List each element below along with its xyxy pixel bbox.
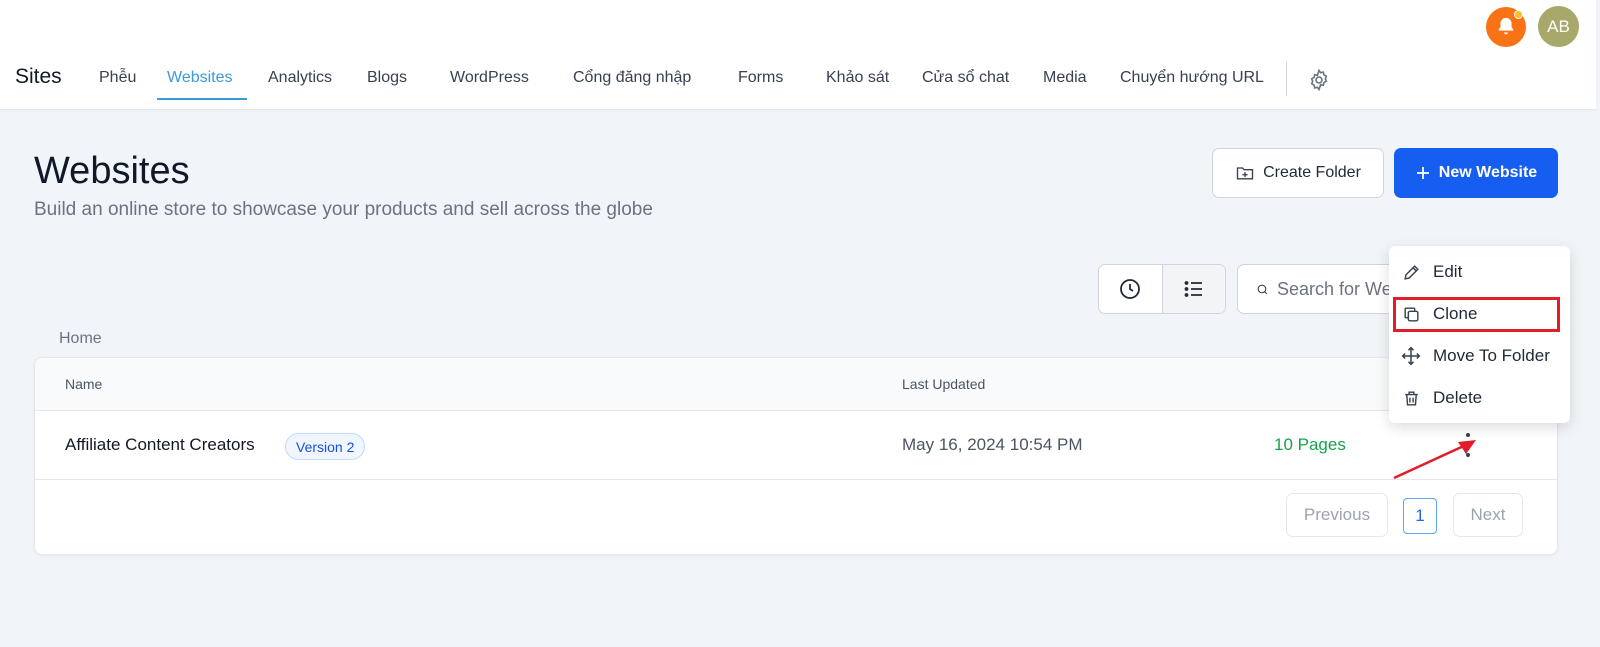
plus-icon xyxy=(1416,167,1429,179)
column-header-name[interactable]: Name xyxy=(65,376,102,392)
list-view-button[interactable] xyxy=(1161,265,1225,313)
version-badge: Version 2 xyxy=(285,433,366,460)
pages-count[interactable]: 10 Pages xyxy=(1274,435,1346,455)
menu-item-edit[interactable]: Edit xyxy=(1389,254,1570,290)
menu-item-delete[interactable]: Delete xyxy=(1389,380,1570,416)
menu-item-label: Delete xyxy=(1433,388,1483,407)
menu-item-label: Edit xyxy=(1433,262,1463,281)
previous-page-button[interactable]: Previous xyxy=(1286,493,1388,537)
active-tab-indicator xyxy=(157,98,247,100)
bell-icon xyxy=(1498,17,1514,35)
create-folder-button[interactable]: Create Folder xyxy=(1212,148,1384,198)
tab-url-redirects[interactable]: Chuyển hướng URL xyxy=(1120,69,1264,87)
pencil-icon xyxy=(1403,264,1419,280)
trash-icon xyxy=(1404,390,1418,406)
search-icon xyxy=(1257,284,1268,294)
tab-pheu[interactable]: Phễu xyxy=(99,69,136,87)
annotation-arrow xyxy=(1393,440,1476,480)
view-toggle xyxy=(1098,264,1226,314)
table-header: Name Last Updated xyxy=(35,358,1557,411)
tab-websites[interactable]: Websites xyxy=(167,69,233,87)
new-website-button[interactable]: New Website xyxy=(1394,148,1558,198)
table-row[interactable]: Affiliate Content Creators Version 2 May… xyxy=(35,411,1557,480)
notification-dot xyxy=(1514,10,1523,19)
last-updated-value: May 16, 2024 10:54 PM xyxy=(902,435,1083,454)
column-header-last-updated[interactable]: Last Updated xyxy=(902,376,985,392)
row-actions-menu: Edit Clone Move To Folder Delete xyxy=(1389,246,1570,423)
tab-wordpress[interactable]: WordPress xyxy=(450,69,529,87)
clone-highlight-box xyxy=(1393,297,1560,332)
page-subtitle: Build an online store to showcase your p… xyxy=(34,199,653,220)
tab-forms[interactable]: Forms xyxy=(738,69,783,87)
menu-item-label: Move To Folder xyxy=(1433,346,1550,365)
tab-analytics[interactable]: Analytics xyxy=(268,69,332,87)
user-avatar[interactable]: AB xyxy=(1538,6,1579,47)
move-icon xyxy=(1401,346,1421,366)
create-folder-label: Create Folder xyxy=(1263,164,1361,181)
tab-surveys[interactable]: Khảo sát xyxy=(826,69,889,87)
clock-icon xyxy=(1120,279,1141,299)
nav-divider xyxy=(1286,62,1287,96)
website-name[interactable]: Affiliate Content Creators xyxy=(65,435,255,455)
new-website-label: New Website xyxy=(1438,164,1538,181)
notifications-button[interactable] xyxy=(1486,7,1526,47)
gear-icon[interactable] xyxy=(1307,68,1331,92)
tab-login-portal[interactable]: Cổng đăng nhập xyxy=(573,69,691,87)
recent-view-button[interactable] xyxy=(1099,265,1162,313)
tab-blogs[interactable]: Blogs xyxy=(367,69,407,87)
top-header: AB Sites Phễu Websites Analytics Blogs W… xyxy=(0,0,1596,110)
page-title: Websites xyxy=(34,150,190,192)
app-title: Sites xyxy=(15,65,62,88)
tab-chat-widget[interactable]: Cửa sổ chat xyxy=(922,69,1009,87)
list-icon xyxy=(1184,281,1202,297)
page-number-current[interactable]: 1 xyxy=(1403,498,1437,534)
breadcrumb[interactable]: Home xyxy=(59,330,102,348)
next-page-button[interactable]: Next xyxy=(1453,493,1523,537)
menu-item-move-to-folder[interactable]: Move To Folder xyxy=(1389,338,1570,374)
tab-media[interactable]: Media xyxy=(1043,69,1087,87)
folder-plus-icon xyxy=(1236,167,1254,180)
websites-table: Name Last Updated Affiliate Content Crea… xyxy=(34,357,1558,555)
